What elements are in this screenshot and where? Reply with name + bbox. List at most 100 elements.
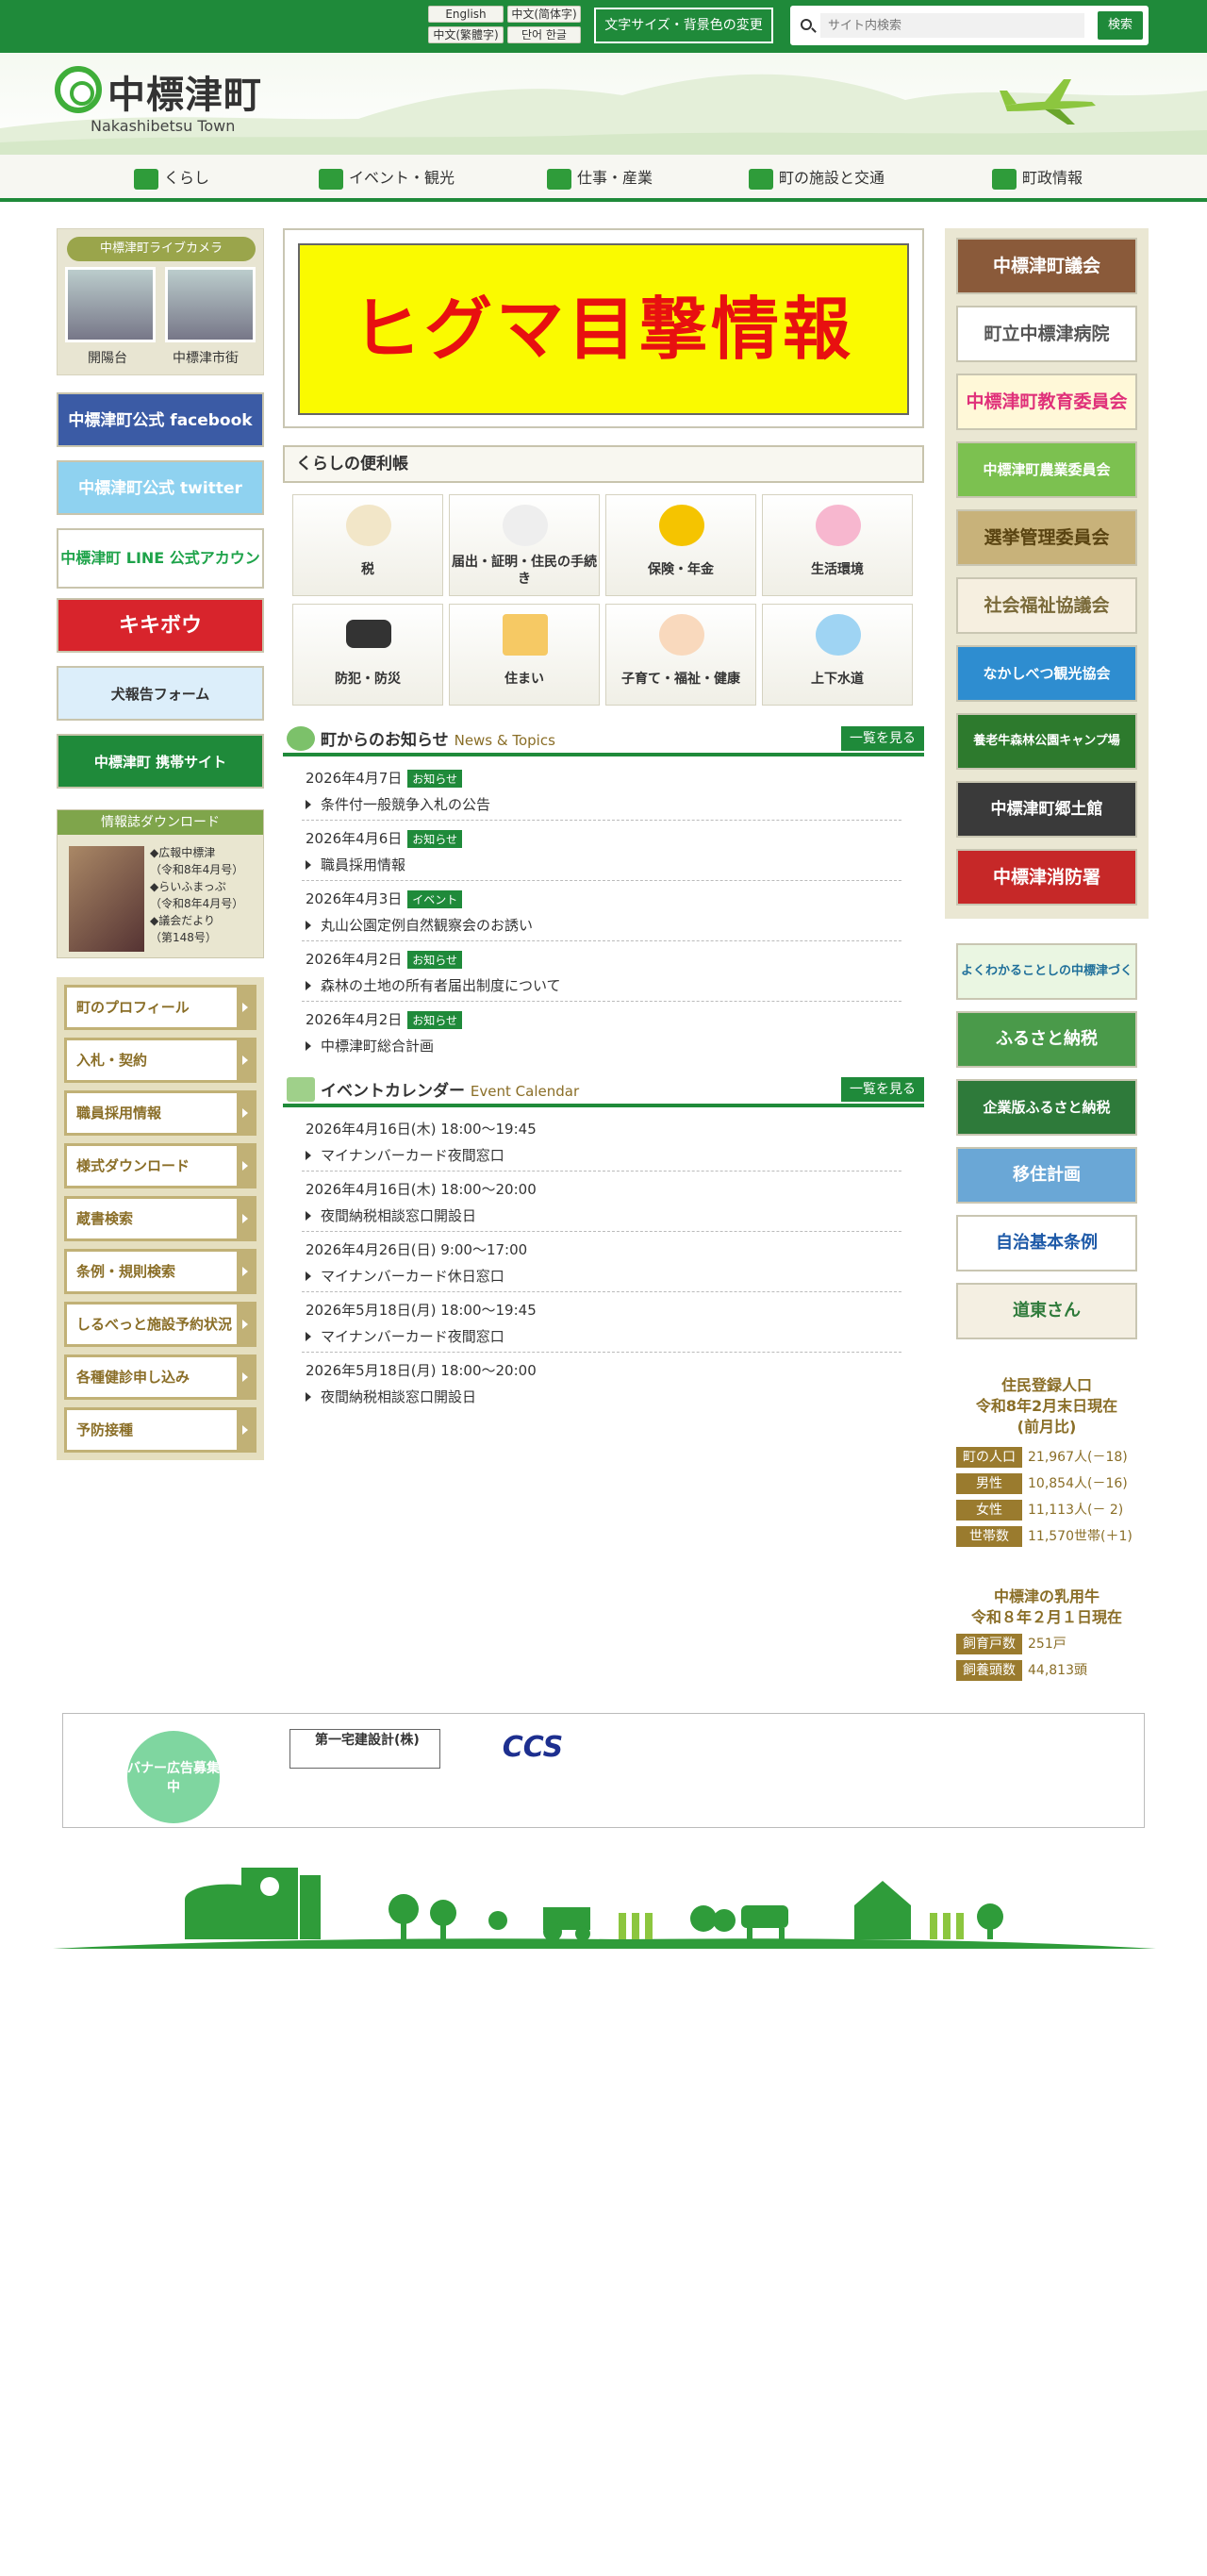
news-link[interactable]: 森林の土地の所有者届出制度について [306,975,561,995]
town-emblem-icon[interactable] [55,66,102,113]
menu-item-library[interactable]: 蔵書検索 [64,1196,256,1241]
ad-ccs[interactable]: CCS [457,1729,608,1769]
news-link[interactable]: 条件付一般競争入札の公告 [306,794,490,814]
arrow-right-icon [237,988,254,1027]
link-agriculture-board[interactable]: 中標津町農業委員会 [956,441,1137,498]
news-link[interactable]: 職員採用情報 [306,855,405,874]
news-link[interactable]: 中標津町総合計画 [306,1036,434,1055]
nav-item-event[interactable]: イベント・観光 [319,155,455,202]
ad-banner-area: バナー広告募集中 第一宅建設計(株) CCS [62,1713,1145,1828]
footer-town-illustration [53,1868,1156,1949]
menu-item-facility-booking[interactable]: しるべっと施設予約状況 [64,1302,256,1347]
event-link[interactable]: マイナンバーカード夜間窓口 [306,1145,504,1165]
search-input[interactable] [820,13,1084,38]
dog-report-banner[interactable]: 犬報告フォーム [57,666,264,721]
lang-english-link[interactable]: English [428,6,504,23]
link-social-welfare[interactable]: 社会福祉協議会 [956,577,1137,634]
menu-item-bid[interactable]: 入札・契約 [64,1038,256,1083]
card-safety[interactable]: 防犯・防災 [292,604,443,706]
event-link[interactable]: マイナンバーカード休日窓口 [306,1266,504,1286]
event-link[interactable]: 夜間納税相談窓口開設日 [306,1205,476,1225]
link-town-council[interactable]: 中標津町議会 [956,238,1137,294]
arrow-right-icon [237,1093,254,1133]
card-housing[interactable]: 住まい [449,604,600,706]
livecam-title: 中標津町ライブカメラ [67,237,256,261]
link-machizukuri[interactable]: よくわかることしの中標津づくり [956,943,1137,1031]
livecam-image-kaiyodai[interactable] [65,267,156,342]
card-procedures[interactable]: 届出・証明・住民の手続き [449,494,600,596]
trash-bag-icon [816,505,861,546]
slider-next-icon[interactable] [909,315,920,343]
livecam-image-town[interactable] [165,267,256,342]
search-button[interactable]: 検索 [1098,11,1143,40]
bear-alert-banner[interactable]: ヒグマ目撃情報 [298,243,909,415]
lang-korean-link[interactable]: 단어 한글 [507,26,581,43]
card-insurance[interactable]: 保険・年金 [605,494,756,596]
card-water[interactable]: 上下水道 [762,604,913,706]
nav-item-kurashi[interactable]: くらし [134,155,209,202]
ad-daiichi-takken[interactable]: 第一宅建設計(株) [289,1729,440,1769]
magazine-list: ◆広報中標津 （令和8年4月号） ◆らいふまっぷ （令和8年4月号） ◆議会だよ… [150,846,244,944]
speech-bubble-icon [287,726,315,751]
water-drop-icon [816,614,861,656]
link-relocation-plan[interactable]: 移住計画 [956,1147,1137,1204]
link-hospital[interactable]: 町立中標津病院 [956,306,1137,362]
event-more-button[interactable]: 一覧を見る [841,1077,924,1102]
line-banner[interactable]: 中標津町 LINE 公式アカウント [57,528,264,589]
link-election-board[interactable]: 選挙管理委員会 [956,509,1137,566]
news-item: 2026年4月6日 お知らせ 職員採用情報 [302,821,901,881]
menu-item-ordinance[interactable]: 条例・規則検索 [64,1249,256,1294]
link-furusato-tax[interactable]: ふるさと納税 [956,1011,1137,1068]
event-item: 2026年4月26日(日) 9:00～17:00 マイナンバーカード休日窓口 [302,1232,901,1292]
menu-item-vaccination[interactable]: 予防接種 [64,1407,256,1453]
link-folk-museum[interactable]: 中標津町郷土館 [956,781,1137,838]
facebook-banner[interactable]: 中標津町公式 facebook [57,392,264,447]
news-link[interactable]: 丸山公園定例自然観察会のお誘い [306,915,533,935]
mobile-site-banner[interactable]: 中標津町 携帯サイト [57,734,264,789]
card-environment[interactable]: 生活環境 [762,494,913,596]
link-education-board[interactable]: 中標津町教育委員会 [956,374,1137,430]
menu-item-profile[interactable]: 町のプロフィール [64,985,256,1030]
font-size-button[interactable]: 文字サイズ・背景色の変更 [594,8,773,43]
livecam-box[interactable]: 中標津町ライブカメラ 開陽台 中標津市街 [57,228,264,375]
menu-item-checkup[interactable]: 各種健診申し込み [64,1354,256,1400]
site-title[interactable]: 中標津町 [107,64,262,119]
nav-item-facilities[interactable]: 町の施設と交通 [749,155,885,202]
event-link[interactable]: マイナンバーカード夜間窓口 [306,1326,504,1346]
magazine-download[interactable]: 情報誌ダウンロード ◆広報中標津 （令和8年4月号） ◆らいふまっぷ （令和8年… [57,809,264,958]
lang-zh-simplified-link[interactable]: 中文(简体字) [507,6,581,23]
crown-icon [319,168,343,190]
tractor-icon [547,168,571,190]
twitter-banner[interactable]: 中標津町公式 twitter [57,460,264,515]
ad-recruit-badge[interactable]: バナー広告募集中 [127,1731,220,1823]
event-item: 2026年4月16日(木) 18:00～19:45 マイナンバーカード夜間窓口 [302,1111,901,1172]
link-corporate-furusato-tax[interactable]: 企業版ふるさと納税 [956,1079,1137,1136]
card-childcare[interactable]: 子育て・福祉・健康 [605,604,756,706]
link-autonomy-ordinance[interactable]: 自治基本条例 [956,1215,1137,1271]
dairy-cow-row: 飼育戸数 251戸 [956,1634,1066,1654]
nav-item-work[interactable]: 仕事・産業 [547,155,653,202]
side-menu: 町のプロフィール 入札・契約 職員採用情報 様式ダウンロード 蔵書検索 条例・規… [57,977,264,1460]
event-link[interactable]: 夜間納税相談窓口開設日 [306,1387,476,1406]
event-title: イベントカレンダー Event Calendar [321,1082,580,1101]
kurashi-section-title: くらしの便利帳 [283,445,924,483]
slider-prev-icon[interactable] [287,315,298,343]
link-campground[interactable]: 養老牛森林公園キャンプ場 [956,713,1137,770]
menu-item-forms[interactable]: 様式ダウンロード [64,1143,256,1188]
lang-zh-traditional-link[interactable]: 中文(繁體字) [428,26,504,43]
link-doutousan[interactable]: 道東さん [956,1283,1137,1339]
card-tax[interactable]: 税 [292,494,443,596]
nav-item-government[interactable]: 町政情報 [992,155,1083,202]
main-slider[interactable]: ヒグマ目撃情報 [283,228,924,428]
magazine-download-title: 情報誌ダウンロード [58,810,263,835]
menu-item-recruit[interactable]: 職員採用情報 [64,1090,256,1136]
kikibou-banner[interactable]: キキボウ [57,598,264,653]
link-fire-station[interactable]: 中標津消防署 [956,849,1137,906]
news-more-button[interactable]: 一覧を見る [841,726,924,751]
document-icon [503,505,548,546]
magazine-cover-image[interactable] [69,846,144,952]
event-item: 2026年5月18日(月) 18:00～20:00 夜間納税相談窓口開設日 [306,1362,537,1406]
population-title: 住民登録人口 令和8年2月末日現在 (前月比) [975,1376,1118,1436]
link-tourism-association[interactable]: なかしべつ観光協会 [956,645,1137,702]
livecam-label-kaiyodai: 開陽台 [88,351,127,366]
